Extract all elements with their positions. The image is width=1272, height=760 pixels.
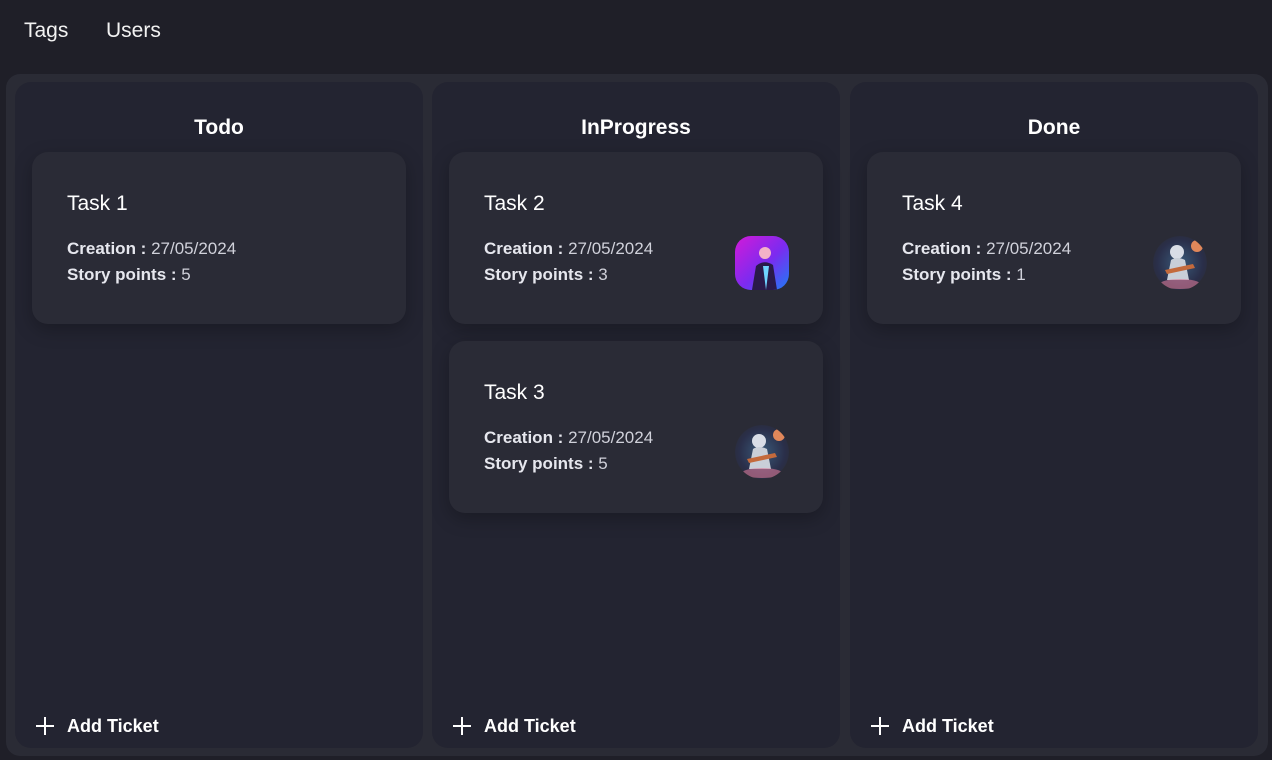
add-ticket-label: Add Ticket bbox=[484, 715, 576, 736]
task-title: Task 2 bbox=[484, 192, 545, 215]
story-points-line: Story points : 5 bbox=[484, 454, 608, 474]
column-title: Done bbox=[1027, 116, 1081, 139]
story-points-label: Story points : bbox=[902, 265, 1012, 284]
creation-line: Creation : 27/05/2024 bbox=[484, 428, 653, 448]
top-nav: Tags Users bbox=[0, 0, 1272, 64]
column-inprogress: InProgress Task 2 Creation : 27/05/2024 … bbox=[432, 82, 840, 748]
add-ticket-button[interactable]: Add Ticket bbox=[452, 714, 576, 738]
column-done: Done Task 4 Creation : 27/05/2024 Story … bbox=[850, 82, 1258, 748]
add-ticket-label: Add Ticket bbox=[67, 715, 159, 736]
task-card[interactable]: Task 3 Creation : 27/05/2024 Story point… bbox=[449, 341, 823, 513]
story-points-line: Story points : 5 bbox=[67, 265, 191, 285]
story-points-label: Story points : bbox=[484, 454, 594, 473]
nav-tags[interactable]: Tags bbox=[24, 19, 68, 43]
creation-date: 27/05/2024 bbox=[568, 428, 654, 447]
assignee-avatar[interactable] bbox=[735, 425, 789, 479]
story-points-label: Story points : bbox=[484, 265, 594, 284]
column-title: InProgress bbox=[581, 116, 691, 139]
task-title: Task 3 bbox=[484, 381, 545, 404]
creation-label: Creation : bbox=[484, 239, 564, 258]
plus-icon bbox=[871, 717, 889, 735]
story-points-value: 1 bbox=[1016, 265, 1026, 284]
add-ticket-label: Add Ticket bbox=[902, 715, 994, 736]
story-points-line: Story points : 3 bbox=[484, 265, 608, 285]
task-card[interactable]: Task 4 Creation : 27/05/2024 Story point… bbox=[867, 152, 1241, 324]
creation-label: Creation : bbox=[67, 239, 147, 258]
assignee-avatar[interactable] bbox=[735, 236, 789, 290]
creation-line: Creation : 27/05/2024 bbox=[484, 239, 653, 259]
task-title: Task 1 bbox=[67, 192, 128, 215]
creation-label: Creation : bbox=[902, 239, 982, 258]
add-ticket-button[interactable]: Add Ticket bbox=[35, 714, 159, 738]
task-card[interactable]: Task 1 Creation : 27/05/2024 Story point… bbox=[32, 152, 406, 324]
creation-label: Creation : bbox=[484, 428, 564, 447]
creation-date: 27/05/2024 bbox=[568, 239, 654, 258]
story-points-label: Story points : bbox=[67, 265, 177, 284]
plus-icon bbox=[36, 717, 54, 735]
column-title: Todo bbox=[194, 116, 244, 139]
creation-date: 27/05/2024 bbox=[151, 239, 237, 258]
creation-date: 27/05/2024 bbox=[986, 239, 1072, 258]
nav-users[interactable]: Users bbox=[106, 19, 161, 43]
task-card[interactable]: Task 2 Creation : 27/05/2024 Story point… bbox=[449, 152, 823, 324]
column-todo: Todo Task 1 Creation : 27/05/2024 Story … bbox=[15, 82, 423, 748]
story-points-value: 3 bbox=[598, 265, 608, 284]
creation-line: Creation : 27/05/2024 bbox=[67, 239, 236, 259]
story-points-line: Story points : 1 bbox=[902, 265, 1026, 285]
task-title: Task 4 bbox=[902, 192, 963, 215]
plus-icon bbox=[453, 717, 471, 735]
assignee-avatar[interactable] bbox=[1153, 236, 1207, 290]
kanban-board: Todo Task 1 Creation : 27/05/2024 Story … bbox=[6, 74, 1268, 756]
creation-line: Creation : 27/05/2024 bbox=[902, 239, 1071, 259]
story-points-value: 5 bbox=[181, 265, 191, 284]
add-ticket-button[interactable]: Add Ticket bbox=[870, 714, 994, 738]
story-points-value: 5 bbox=[598, 454, 608, 473]
